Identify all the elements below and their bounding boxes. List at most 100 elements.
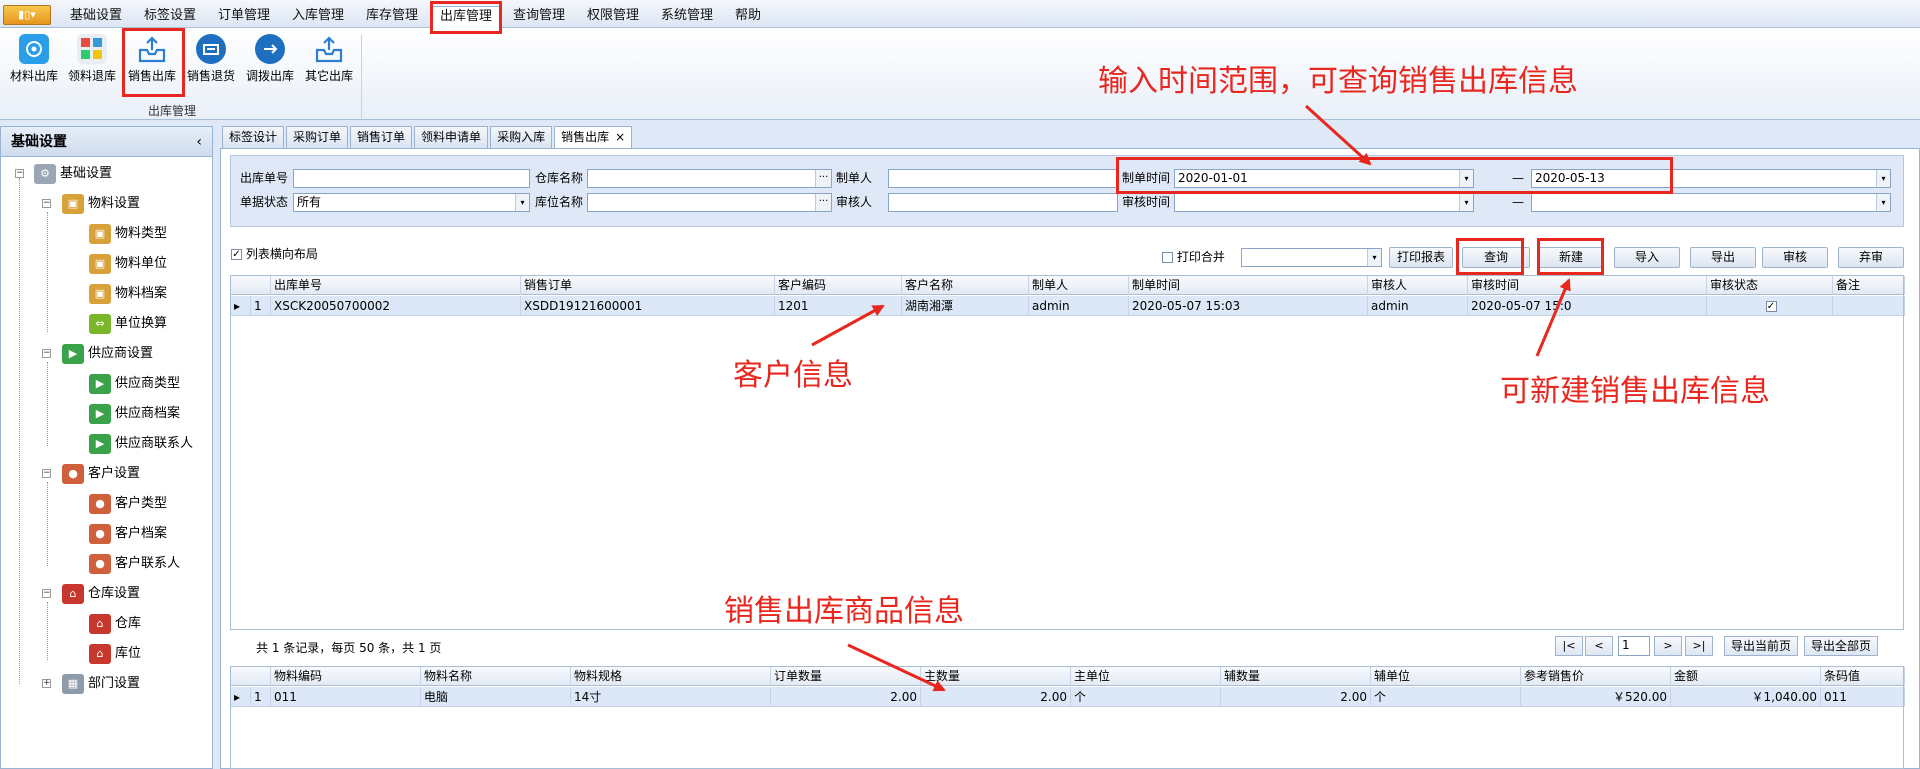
sales-return-button[interactable]: 销售退货: [182, 32, 240, 92]
cell-barcode[interactable]: 011: [1821, 687, 1905, 707]
cell-creator[interactable]: admin: [1029, 296, 1129, 316]
column-header[interactable]: 审核人: [1368, 276, 1468, 295]
audit-time-to-input[interactable]: ▾: [1531, 193, 1891, 212]
column-header[interactable]: 销售订单: [521, 276, 775, 295]
app-menu-button[interactable]: ▮▯▾: [3, 5, 51, 25]
cell-audit-time[interactable]: 2020-05-07 15:0: [1468, 296, 1707, 316]
column-header[interactable]: 金额: [1671, 667, 1821, 686]
tab-purchase-inbound[interactable]: 采购入库: [490, 126, 553, 148]
tab-purchase-order[interactable]: 采购订单: [286, 126, 349, 148]
cell-aux-qty[interactable]: 2.00: [1221, 687, 1371, 707]
transfer-outbound-button[interactable]: 调拨出库: [241, 32, 299, 92]
tree-node-customer-archive[interactable]: ● 客户档案: [89, 522, 167, 546]
menu-permission-management[interactable]: 权限管理: [579, 6, 647, 28]
column-header[interactable]: 制单时间: [1129, 276, 1368, 295]
chevron-down-icon[interactable]: ▾: [1367, 249, 1381, 266]
close-tab-icon[interactable]: ×: [615, 130, 625, 144]
cell-customer-name[interactable]: 湖南湘潭: [902, 296, 1029, 316]
cell-auditor[interactable]: admin: [1368, 296, 1468, 316]
cell-aux-unit[interactable]: 个: [1371, 687, 1521, 707]
cell-material-spec[interactable]: 14寸: [571, 687, 771, 707]
cell-main-qty[interactable]: 2.00: [921, 687, 1071, 707]
tree-toggle-supplier[interactable]: −: [42, 349, 51, 358]
column-header[interactable]: 条码值: [1821, 667, 1905, 686]
first-page-button[interactable]: |<: [1555, 636, 1583, 656]
chevron-down-icon[interactable]: ▾: [515, 194, 529, 211]
material-return-button[interactable]: 领料退库: [63, 32, 121, 92]
tree-toggle-root[interactable]: −: [15, 169, 24, 178]
print-template-select[interactable]: ▾: [1241, 248, 1382, 267]
export-all-pages-button[interactable]: 导出全部页: [1804, 636, 1878, 656]
tab-label-design[interactable]: 标签设计: [222, 126, 285, 148]
chevron-down-icon[interactable]: ▾: [1876, 194, 1890, 211]
cell-customer-code[interactable]: 1201: [775, 296, 902, 316]
tree-node-unit-convert[interactable]: ⇔ 单位换算: [89, 312, 167, 336]
tree-node-supplier-contact[interactable]: ▶ 供应商联系人: [89, 432, 193, 456]
table-row[interactable]: ▸ 1 XSCK20050700002 XSDD19121600001 1201…: [231, 296, 1905, 316]
print-report-button[interactable]: 打印报表: [1389, 247, 1453, 268]
collapse-panel-icon[interactable]: ‹: [196, 127, 202, 157]
column-header[interactable]: 审核状态: [1707, 276, 1833, 295]
tree-node-material-type[interactable]: ▣ 物料类型: [89, 222, 167, 246]
column-header[interactable]: 物料规格: [571, 667, 771, 686]
creator-input[interactable]: [888, 169, 1118, 188]
tree-node-department[interactable]: ▦ 部门设置: [62, 672, 140, 696]
column-header[interactable]: 备注: [1833, 276, 1905, 295]
tree-node-warehouse[interactable]: ⌂ 仓库: [89, 612, 141, 636]
column-header[interactable]: 订单数量: [771, 667, 921, 686]
ellipsis-icon[interactable]: ···: [815, 194, 831, 211]
cell-audit-status[interactable]: ✓: [1707, 296, 1833, 316]
export-button[interactable]: 导出: [1690, 247, 1756, 268]
status-select[interactable]: 所有 ▾: [293, 193, 530, 212]
cell-material-name[interactable]: 电脑: [421, 687, 571, 707]
checkbox-checked[interactable]: ✓: [231, 249, 242, 260]
tree-node-warehouse-settings[interactable]: ⌂ 仓库设置: [62, 582, 140, 606]
audit-time-from-input[interactable]: ▾: [1174, 193, 1474, 212]
ellipsis-icon[interactable]: ···: [815, 170, 831, 187]
export-current-page-button[interactable]: 导出当前页: [1724, 636, 1798, 656]
chevron-down-icon[interactable]: ▾: [1876, 170, 1890, 187]
tree-node-supplier-archive[interactable]: ▶ 供应商档案: [89, 402, 180, 426]
menu-system-management[interactable]: 系统管理: [653, 6, 721, 28]
column-header[interactable]: 主单位: [1071, 667, 1221, 686]
warehouse-input[interactable]: ···: [587, 169, 832, 188]
cell-order-qty[interactable]: 2.00: [771, 687, 921, 707]
checkbox-unchecked[interactable]: [1162, 252, 1173, 263]
tree-toggle-material[interactable]: −: [42, 199, 51, 208]
tree-node-customer-type[interactable]: ● 客户类型: [89, 492, 167, 516]
prev-page-button[interactable]: <: [1585, 636, 1613, 656]
import-button[interactable]: 导入: [1614, 247, 1680, 268]
column-header[interactable]: 客户名称: [902, 276, 1029, 295]
tree-node-basic-settings[interactable]: ⚙ 基础设置: [34, 162, 112, 186]
column-header[interactable]: 辅数量: [1221, 667, 1371, 686]
column-header[interactable]: 制单人: [1029, 276, 1129, 295]
chevron-down-icon[interactable]: ▾: [1459, 194, 1473, 211]
material-outbound-button[interactable]: 材料出库: [5, 32, 63, 92]
column-header[interactable]: 出库单号: [271, 276, 521, 295]
horizontal-layout-toggle[interactable]: ✓ 列表横向布局: [231, 246, 318, 262]
cell-ref-price[interactable]: ￥520.00: [1521, 687, 1671, 707]
menu-order-management[interactable]: 订单管理: [210, 6, 278, 28]
tree-node-customer-contact[interactable]: ● 客户联系人: [89, 552, 180, 576]
tree-toggle-customer[interactable]: −: [42, 469, 51, 478]
out-no-input[interactable]: [293, 169, 530, 188]
column-header[interactable]: 主数量: [921, 667, 1071, 686]
tab-sales-outbound[interactable]: 销售出库 ×: [554, 126, 633, 149]
cell-create-time[interactable]: 2020-05-07 15:03: [1129, 296, 1368, 316]
tree-node-supplier-type[interactable]: ▶ 供应商类型: [89, 372, 180, 396]
auditor-input[interactable]: [888, 193, 1118, 212]
cell-sales-order[interactable]: XSDD19121600001: [521, 296, 775, 316]
tree-toggle-department[interactable]: +: [42, 679, 51, 688]
tab-sales-order[interactable]: 销售订单: [350, 126, 413, 148]
menu-label-settings[interactable]: 标签设置: [136, 6, 204, 28]
tab-material-request[interactable]: 领料申请单: [414, 126, 489, 148]
cell-material-code[interactable]: 011: [271, 687, 421, 707]
column-header[interactable]: 审核时间: [1468, 276, 1707, 295]
last-page-button[interactable]: >|: [1685, 636, 1713, 656]
tree-node-customer-settings[interactable]: ● 客户设置: [62, 462, 140, 486]
detail-row[interactable]: ▸ 1 011 电脑 14寸 2.00 2.00 个 2.00 个 ￥520.0…: [231, 687, 1905, 707]
print-merge-toggle[interactable]: 打印合并: [1162, 249, 1225, 265]
column-header[interactable]: 物料编码: [271, 667, 421, 686]
column-header[interactable]: 物料名称: [421, 667, 571, 686]
menu-basic-settings[interactable]: 基础设置: [62, 6, 130, 28]
